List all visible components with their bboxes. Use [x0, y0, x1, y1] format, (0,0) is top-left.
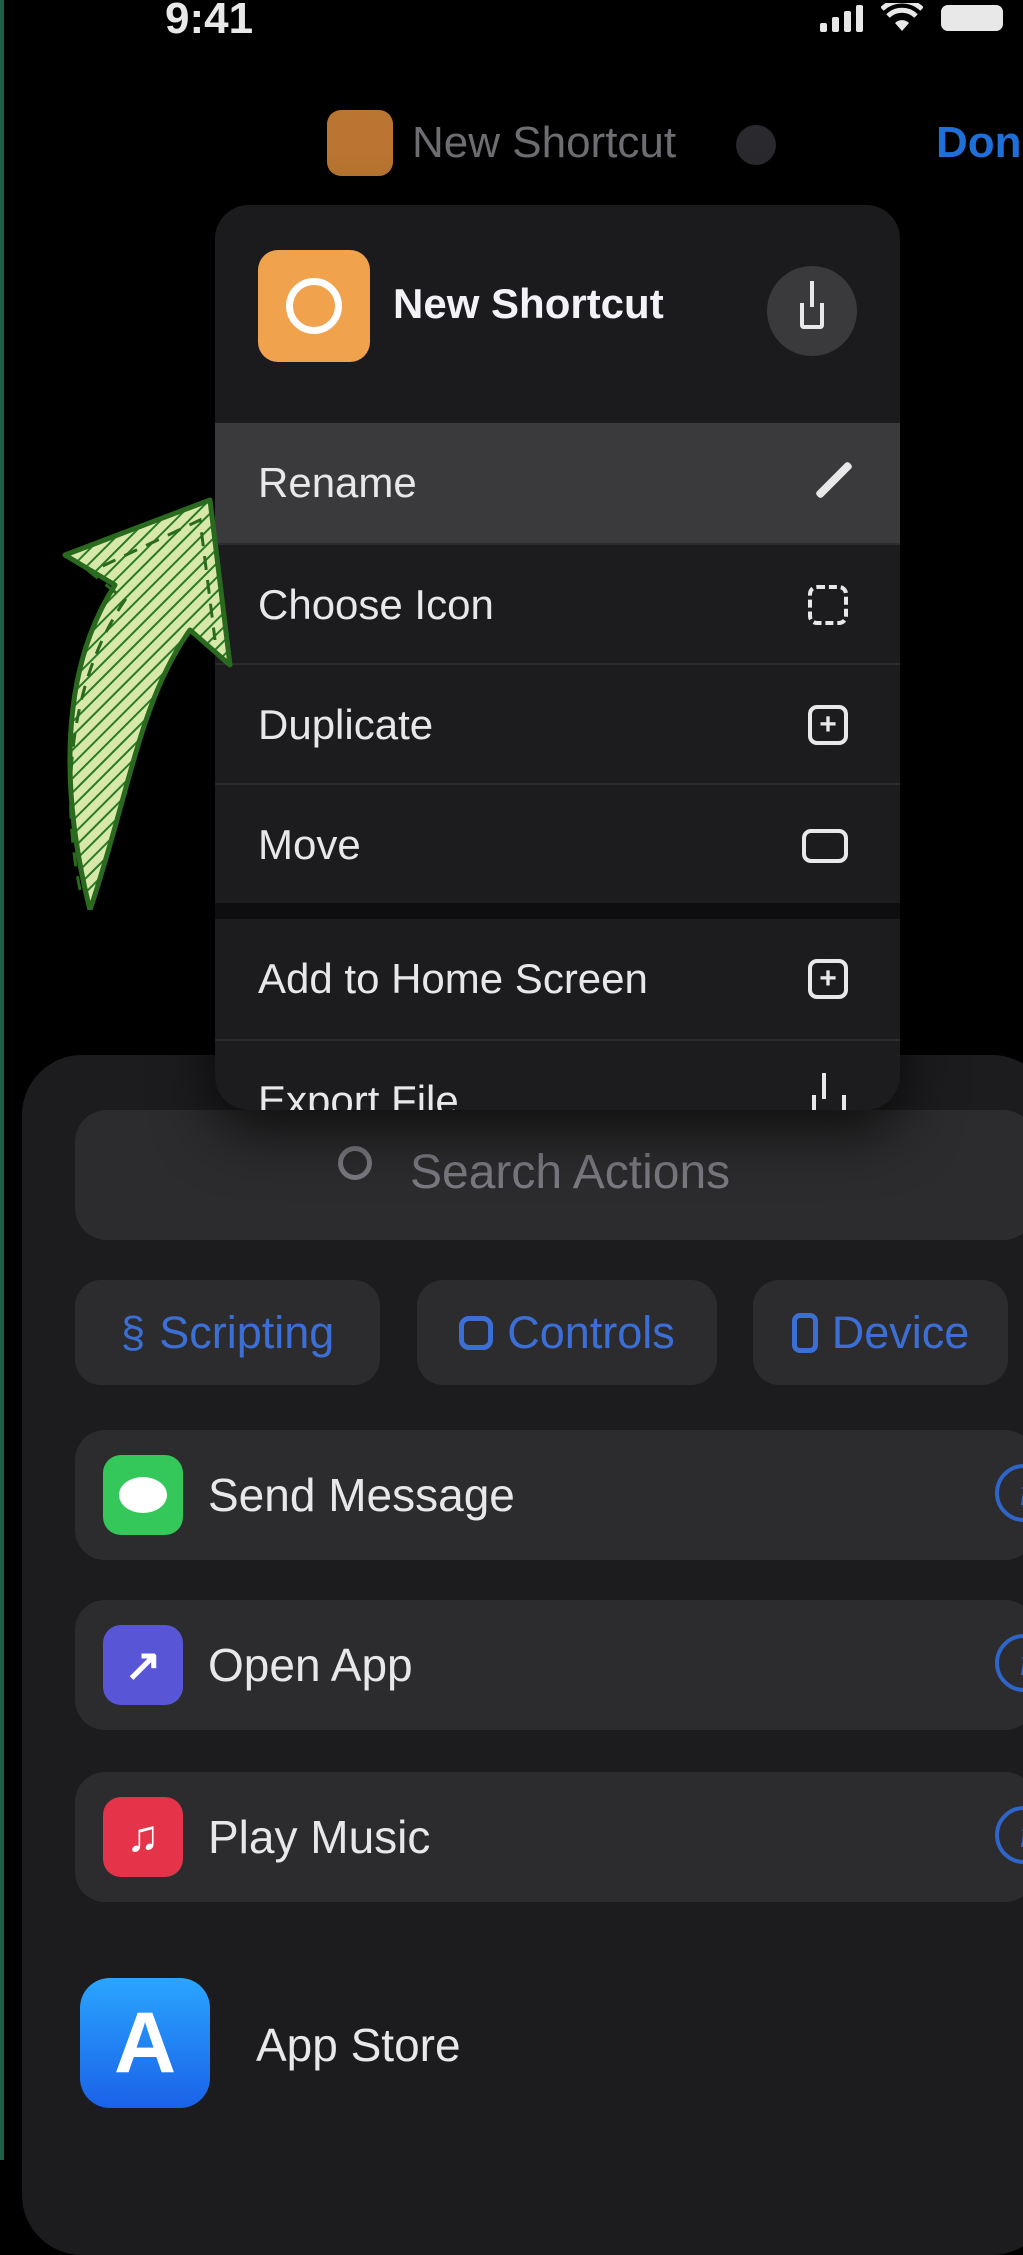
nav-bar: New Shortcut Don	[0, 110, 1023, 180]
duplicate-icon: +	[808, 705, 848, 745]
plus-square-icon: +	[808, 959, 848, 999]
dashed-square-icon	[808, 585, 848, 625]
category-chip-device[interactable]: Device	[753, 1280, 1008, 1385]
share-icon	[800, 281, 824, 329]
status-time: 9:41	[165, 0, 254, 43]
share-button[interactable]	[767, 266, 857, 356]
app-store-icon[interactable]: A	[80, 1978, 210, 2108]
info-icon[interactable]: i	[995, 1464, 1023, 1522]
action-open-app[interactable]: ↗ Open App i	[75, 1600, 1023, 1730]
search-icon	[338, 1146, 372, 1180]
menu-item-choose-icon[interactable]: Choose Icon	[215, 543, 900, 665]
chevron-down-icon[interactable]	[736, 125, 776, 165]
menu-item-label: Move	[258, 821, 361, 868]
shortcut-small-icon[interactable]	[327, 110, 393, 176]
pencil-icon	[814, 460, 854, 500]
menu-item-label: Duplicate	[258, 701, 434, 748]
menu-title: New Shortcut	[393, 280, 664, 327]
menu-item-label: Choose Icon	[258, 581, 494, 628]
info-icon[interactable]: i	[995, 1634, 1023, 1692]
nav-title[interactable]: New Shortcut	[412, 118, 676, 168]
menu-item-export-file[interactable]: Export File	[215, 1039, 900, 1110]
status-icons	[820, 0, 1003, 36]
action-play-music[interactable]: ♫ Play Music i	[75, 1772, 1023, 1902]
annotation-arrow	[62, 497, 233, 910]
scripting-icon: §	[120, 1307, 146, 1357]
menu-header: New Shortcut	[215, 205, 900, 423]
shortcut-context-menu: New Shortcut Rename Choose Icon Duplicat…	[215, 205, 900, 1110]
action-label: Send Message	[208, 1469, 515, 1521]
battery-icon	[941, 5, 1003, 31]
chip-label: Scripting	[159, 1306, 335, 1358]
menu-item-move[interactable]: Move	[215, 783, 900, 905]
layers-icon	[286, 278, 342, 334]
open-app-icon: ↗	[103, 1625, 183, 1705]
cellular-signal-icon	[820, 4, 863, 32]
menu-item-label: Add to Home Screen	[258, 955, 648, 1002]
menu-separator	[215, 903, 900, 919]
messages-icon	[103, 1455, 183, 1535]
action-label: Play Music	[208, 1811, 431, 1863]
category-chip-controls[interactable]: Controls	[417, 1280, 717, 1385]
info-icon[interactable]: i	[995, 1806, 1023, 1864]
category-chip-scripting[interactable]: § Scripting	[75, 1280, 380, 1385]
chip-label: Device	[831, 1306, 970, 1358]
controls-icon	[459, 1315, 494, 1350]
menu-item-label: Rename	[258, 459, 417, 506]
menu-item-label: Export File	[258, 1077, 459, 1110]
done-button[interactable]: Don	[936, 118, 1022, 168]
folder-icon	[802, 829, 848, 863]
menu-item-duplicate[interactable]: Duplicate +	[215, 663, 900, 785]
search-placeholder: Search Actions	[410, 1146, 731, 1199]
frame-border	[0, 0, 4, 2160]
chip-label: Controls	[507, 1306, 675, 1358]
music-icon: ♫	[103, 1797, 183, 1877]
share-icon	[812, 1073, 852, 1110]
action-label: Open App	[208, 1639, 413, 1691]
menu-item-add-to-home-screen[interactable]: Add to Home Screen +	[215, 919, 900, 1039]
app-store-label[interactable]: App Store	[256, 2018, 461, 2072]
action-send-message[interactable]: Send Message i	[75, 1430, 1023, 1560]
shortcut-icon	[258, 250, 370, 362]
wifi-icon	[881, 3, 923, 31]
device-icon	[791, 1312, 818, 1353]
menu-item-rename[interactable]: Rename	[215, 423, 900, 543]
